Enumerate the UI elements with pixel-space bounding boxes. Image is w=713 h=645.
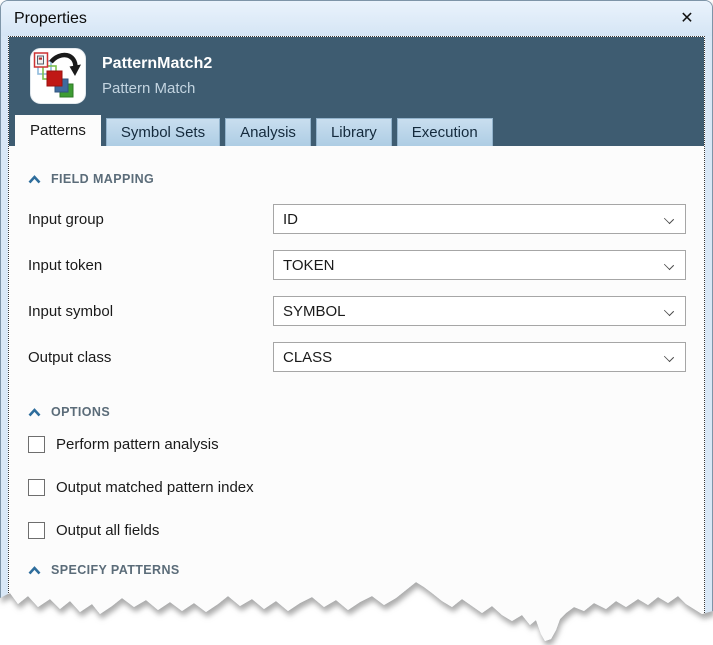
window-title: Properties — [14, 10, 87, 28]
checkbox-label: Output all fields — [56, 522, 159, 539]
dropdown-value: CLASS — [283, 349, 332, 366]
checkbox-label: Output matched pattern index — [56, 479, 254, 496]
node-title: PatternMatch2 — [102, 55, 212, 73]
properties-window: Properties ✕ — [0, 0, 713, 645]
section-options[interactable]: OPTIONS — [28, 403, 686, 421]
field-label: Input symbol — [28, 303, 273, 320]
section-label: OPTIONS — [51, 405, 110, 419]
tab-label: Analysis — [240, 124, 296, 141]
dropdown-value: TOKEN — [283, 257, 334, 274]
node-titles: PatternMatch2 Pattern Match — [102, 55, 212, 97]
checkbox-icon[interactable] — [28, 522, 45, 539]
field-label: Input group — [28, 211, 273, 228]
close-icon[interactable]: ✕ — [675, 8, 699, 30]
input-token-dropdown[interactable]: TOKEN — [273, 250, 686, 280]
checkbox-icon[interactable] — [28, 436, 45, 453]
dropdown-value: ID — [283, 211, 298, 228]
chevron-down-icon — [664, 352, 674, 362]
output-class-dropdown[interactable]: CLASS — [273, 342, 686, 372]
tab-execution[interactable]: Execution — [397, 118, 493, 146]
checkbox-icon[interactable] — [28, 479, 45, 496]
properties-panel: PatternMatch2 Pattern Match Patterns Sym… — [8, 36, 705, 645]
chevron-up-icon — [28, 408, 41, 417]
tab-label: Patterns — [30, 122, 86, 139]
field-row-input-group: Input group ID — [28, 204, 686, 234]
input-group-dropdown[interactable]: ID — [273, 204, 686, 234]
field-label: Output class — [28, 349, 273, 366]
screenshot-stage: Properties ✕ — [0, 0, 713, 645]
tab-label: Execution — [412, 124, 478, 141]
node-header: PatternMatch2 Pattern Match — [9, 37, 704, 115]
dropdown-value: SYMBOL — [283, 303, 346, 320]
chevron-up-icon — [28, 175, 41, 184]
checkbox-output-matched-pattern-index[interactable]: Output matched pattern index — [28, 479, 686, 496]
tab-label: Symbol Sets — [121, 124, 205, 141]
tabstrip: Patterns Symbol Sets Analysis Library Ex… — [9, 115, 704, 146]
tab-label: Library — [331, 124, 377, 141]
section-label: SPECIFY PATTERNS — [51, 563, 180, 577]
section-specify-patterns[interactable]: SPECIFY PATTERNS — [28, 561, 686, 579]
chevron-up-icon — [28, 566, 41, 575]
checkbox-label: Perform pattern analysis — [56, 436, 219, 453]
input-symbol-dropdown[interactable]: SYMBOL — [273, 296, 686, 326]
checkbox-perform-pattern-analysis[interactable]: Perform pattern analysis — [28, 436, 686, 453]
node-subtitle: Pattern Match — [102, 80, 212, 97]
tab-patterns[interactable]: Patterns — [15, 115, 101, 146]
field-row-input-symbol: Input symbol SYMBOL — [28, 296, 686, 326]
chevron-down-icon — [664, 306, 674, 316]
tab-symbol-sets[interactable]: Symbol Sets — [106, 118, 220, 146]
titlebar[interactable]: Properties ✕ — [1, 1, 712, 36]
checkbox-output-all-fields[interactable]: Output all fields — [28, 522, 686, 539]
section-label: FIELD MAPPING — [51, 172, 154, 186]
tab-library[interactable]: Library — [316, 118, 392, 146]
tab-analysis[interactable]: Analysis — [225, 118, 311, 146]
tab-content-patterns: FIELD MAPPING Input group ID Input token… — [9, 146, 704, 645]
chevron-down-icon — [664, 260, 674, 270]
field-row-output-class: Output class CLASS — [28, 342, 686, 372]
field-label: Input token — [28, 257, 273, 274]
chevron-down-icon — [664, 214, 674, 224]
pattern-match-icon — [29, 48, 87, 104]
field-row-input-token: Input token TOKEN — [28, 250, 686, 280]
section-field-mapping[interactable]: FIELD MAPPING — [28, 170, 686, 188]
